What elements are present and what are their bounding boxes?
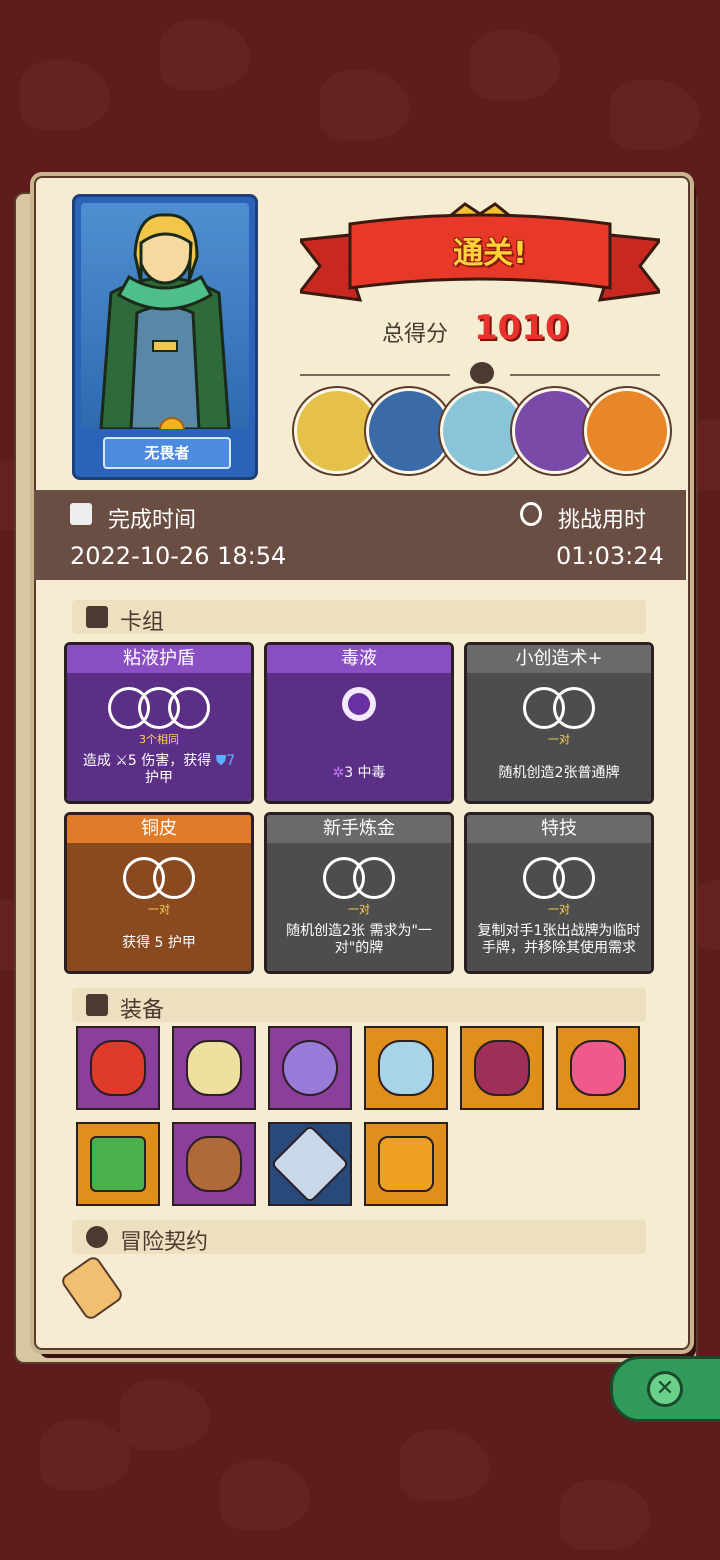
dice-slots <box>467 857 651 899</box>
heart-charm-icon[interactable] <box>460 1026 544 1110</box>
film-icon <box>70 503 92 525</box>
card-description: ✲3 中毒 <box>271 765 447 782</box>
hero-card[interactable]: 无畏者 <box>72 194 258 480</box>
desc-part: 造成 <box>82 753 116 769</box>
deck-header: 卡组 <box>72 600 646 635</box>
desc-part: 护甲 <box>145 770 173 786</box>
defeated-bosses <box>294 388 674 474</box>
skull-icon <box>470 362 494 384</box>
close-button[interactable]: ✕ <box>610 1356 720 1422</box>
card-title: 特技 <box>467 815 651 843</box>
fire-feather-icon[interactable] <box>556 1026 640 1110</box>
card-title: 小创造术+ <box>467 645 651 673</box>
result-title: 通关! <box>453 236 527 271</box>
stats-band: 完成时间 2022-10-26 18:54 挑战用时 01:03:24 <box>34 490 686 580</box>
hero-portrait <box>81 203 249 429</box>
card-requirement: 一对 <box>548 733 570 746</box>
score-label: 总得分 <box>382 322 449 347</box>
contract-label: 冒险契约 <box>120 1230 209 1255</box>
card-requirement: 一对 <box>348 903 370 916</box>
twin-blades-icon[interactable] <box>172 1026 256 1110</box>
shield-icon: ⛊ <box>215 753 227 769</box>
duration-label: 挑战用时 <box>558 508 647 533</box>
close-icon: ✕ <box>647 1371 683 1407</box>
card-description: 随机创造2张 需求为"一对"的牌 <box>286 923 432 956</box>
divider-right <box>510 374 660 376</box>
card-title: 粘液护盾 <box>67 645 251 673</box>
card-description: 获得 5 护甲 <box>122 935 196 951</box>
card-stunt[interactable]: 特技 一对 复制对手1张出战牌为临时手牌，并移除其使用需求 <box>464 812 654 974</box>
card-venom[interactable]: 毒液 ✲3 中毒 <box>264 642 454 804</box>
card-requirement: 一对 <box>548 903 570 916</box>
poison-icon: ✲ <box>332 765 345 781</box>
knit-sweater-icon[interactable] <box>364 1122 448 1206</box>
card-title: 新手炼金 <box>267 815 451 843</box>
desc-part: 5 伤害，获得 <box>127 753 216 769</box>
card-description: 造成 ⚔5 伤害，获得 ⛊7 护甲 <box>71 753 247 787</box>
cube-icon <box>86 994 108 1016</box>
score-value: 1010 <box>474 308 569 348</box>
moon-slot <box>267 687 451 729</box>
card-title: 毒液 <box>267 645 451 673</box>
dice-slots <box>467 687 651 729</box>
boss-crystal-golem-icon <box>584 388 670 474</box>
card-minor-creation[interactable]: 小创造术+ 一对 随机创造2张普通牌 <box>464 642 654 804</box>
gem-ring-icon[interactable] <box>268 1026 352 1110</box>
dice-slots <box>267 857 451 899</box>
hero-name: 无畏者 <box>103 437 231 469</box>
card-title: 铜皮 <box>67 815 251 843</box>
dice-slots <box>67 857 251 899</box>
stopwatch-icon <box>520 502 542 526</box>
finish-time-label: 完成时间 <box>108 508 197 533</box>
desc-part: 7 <box>226 753 236 769</box>
deck-label: 卡组 <box>120 610 165 635</box>
potion-bag-icon[interactable] <box>76 1026 160 1110</box>
moss-tablet-icon[interactable] <box>76 1122 160 1206</box>
card-novice-alchemy[interactable]: 新手炼金 一对 随机创造2张 需求为"一对"的牌 <box>264 812 454 974</box>
dice-slots <box>67 687 251 729</box>
contract-header: 冒险契约 <box>72 1220 646 1255</box>
desc-part: 3 中毒 <box>344 765 386 781</box>
ice-crystal-icon[interactable] <box>268 1122 352 1206</box>
card-requirement: 一对 <box>148 903 170 916</box>
horn-icon[interactable] <box>364 1026 448 1110</box>
finish-time-value: 2022-10-26 18:54 <box>70 542 287 570</box>
equipment-label: 装备 <box>120 998 165 1023</box>
person-icon <box>86 1226 108 1248</box>
equipment-header: 装备 <box>72 988 646 1023</box>
divider-left <box>300 374 450 376</box>
duration-value: 01:03:24 <box>556 542 664 570</box>
card-bronze-skin[interactable]: 铜皮 一对 获得 5 护甲 <box>64 812 254 974</box>
sword-icon: ⚔ <box>115 753 128 769</box>
card-requirement: 3个相同 <box>139 733 179 746</box>
card-slime-shield[interactable]: 粘液护盾 3个相同 造成 ⚔5 伤害，获得 ⛊7 护甲 <box>64 642 254 804</box>
leather-armor-icon[interactable] <box>172 1122 256 1206</box>
card-description: 随机创造2张普通牌 <box>498 765 620 781</box>
cards-icon <box>86 606 108 628</box>
card-description: 复制对手1张出战牌为临时手牌，并移除其使用需求 <box>477 923 641 956</box>
